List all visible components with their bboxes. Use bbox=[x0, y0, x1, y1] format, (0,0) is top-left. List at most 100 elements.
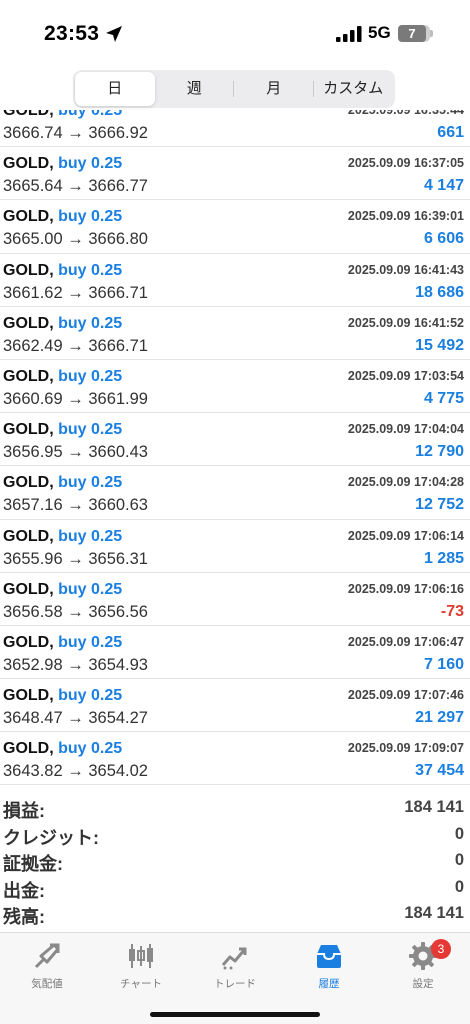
trade-side-volume: buy 0.25 bbox=[58, 687, 123, 705]
trade-symbol-name: GOLD, bbox=[3, 580, 54, 598]
trade-row[interactable]: GOLD, buy 0.25 2025.09.09 16:41:43 3661.62… bbox=[0, 254, 470, 307]
tab-week-label: 週 bbox=[186, 80, 202, 97]
summary-value: 184 141 bbox=[404, 798, 464, 816]
trade-prices: 3662.49 → 3666.71 bbox=[3, 337, 148, 356]
network-type: 5G bbox=[368, 23, 391, 42]
trade-close-price: 3656.31 bbox=[88, 549, 148, 568]
summary-row: 証拠金: 0 bbox=[0, 848, 470, 875]
trade-row[interactable]: GOLD, buy 0.25 2025.09.09 17:03:54 3660.69… bbox=[0, 360, 470, 414]
trade-row[interactable]: GOLD, buy 0.25 2025.09.09 17:09:07 3643.82… bbox=[0, 732, 470, 786]
trade-close-time: 2025.09.09 17:06:14 bbox=[347, 528, 464, 543]
summary-label: 出金: bbox=[3, 880, 45, 901]
price-arrow: → bbox=[67, 762, 84, 781]
trade-open-price: 3648.47 bbox=[3, 709, 63, 728]
trade-symbol-name: GOLD, bbox=[3, 421, 54, 439]
tab-custom[interactable]: カスタム bbox=[314, 72, 394, 106]
trade-icon bbox=[221, 947, 247, 970]
price-arrow: → bbox=[67, 283, 84, 302]
trade-prices: 3661.62 → 3666.71 bbox=[3, 284, 148, 303]
tab-day-label: 日 bbox=[107, 80, 123, 97]
trade-prices: 3665.00 → 3666.80 bbox=[3, 230, 148, 249]
tab-chart[interactable]: チャート bbox=[94, 937, 188, 997]
account-summary: 損益: 184 141 クレジット: 0 証拠金: 0 出金: 0 残高: 184 141 bbox=[0, 795, 470, 928]
trade-row[interactable]: GOLD, buy 0.25 2025.09.09 16:37:05 3665.64… bbox=[0, 147, 470, 201]
tab-quotes[interactable]: 気配値 bbox=[0, 937, 94, 997]
trade-close-price: 3654.02 bbox=[88, 762, 148, 781]
trade-open-price: 3655.96 bbox=[3, 549, 63, 568]
trade-profit: 15 492 bbox=[415, 336, 464, 354]
trade-row[interactable]: GOLD, buy 0.25 2025.09.09 17:07:46 3648.47… bbox=[0, 679, 470, 733]
trade-history-list[interactable]: GOLD, buy 0.25 2025.09.09 16:35:44 3666.74… bbox=[0, 110, 470, 790]
trade-close-time: 2025.09.09 17:04:28 bbox=[347, 475, 464, 490]
trade-close-time: 2025.09.09 17:04:04 bbox=[347, 422, 464, 437]
tab-settings[interactable]: 3 設定 bbox=[376, 937, 470, 997]
trade-symbol: GOLD, buy 0.25 bbox=[3, 634, 122, 652]
price-arrow: → bbox=[67, 177, 84, 196]
tab-month[interactable]: 月 bbox=[234, 72, 314, 106]
trade-prices: 3648.47 → 3654.27 bbox=[3, 709, 148, 728]
tab-week[interactable]: 週 bbox=[155, 72, 234, 106]
trade-profit: 37 454 bbox=[415, 762, 464, 780]
trade-row[interactable]: GOLD, buy 0.25 2025.09.09 17:04:28 3657.16… bbox=[0, 466, 470, 520]
trade-symbol-name: GOLD, bbox=[3, 474, 54, 492]
trade-profit: 7 160 bbox=[423, 655, 464, 673]
trade-profit: 661 bbox=[437, 124, 464, 141]
trade-row[interactable]: GOLD, buy 0.25 2025.09.09 16:41:52 3662.49… bbox=[0, 307, 470, 360]
summary-label: 損益: bbox=[3, 801, 45, 821]
summary-value: 184 141 bbox=[404, 904, 464, 922]
cellular-signal-icon bbox=[336, 26, 362, 42]
trade-open-price: 3661.62 bbox=[3, 283, 63, 302]
trade-symbol: GOLD, buy 0.25 bbox=[3, 687, 122, 705]
tab-day[interactable]: 日 bbox=[75, 72, 155, 106]
trade-prices: 3657.16 → 3660.63 bbox=[3, 496, 148, 515]
tab-history-label: 履歴 bbox=[318, 978, 340, 990]
trade-open-price: 3665.00 bbox=[3, 230, 63, 249]
trade-symbol: GOLD, buy 0.25 bbox=[3, 110, 122, 120]
trade-symbol: GOLD, buy 0.25 bbox=[3, 421, 122, 439]
trade-symbol-name: GOLD, bbox=[3, 110, 54, 119]
trade-prices: 3652.98 → 3654.93 bbox=[3, 656, 148, 675]
trade-profit: 4 147 bbox=[423, 177, 464, 195]
trade-close-price: 3656.56 bbox=[88, 602, 148, 621]
trade-row[interactable]: GOLD, buy 0.25 2025.09.09 17:06:16 3656.58… bbox=[0, 573, 470, 626]
trade-open-price: 3665.64 bbox=[3, 177, 63, 196]
trade-symbol: GOLD, buy 0.25 bbox=[3, 581, 122, 599]
trade-row[interactable]: GOLD, buy 0.25 2025.09.09 17:06:14 3655.96… bbox=[0, 520, 470, 573]
trade-close-time: 2025.09.09 16:37:05 bbox=[347, 156, 464, 171]
tab-trade[interactable]: トレード bbox=[188, 937, 282, 997]
tab-history[interactable]: 履歴 bbox=[282, 937, 376, 997]
trade-open-price: 3657.16 bbox=[3, 496, 63, 515]
summary-label: 証拠金: bbox=[3, 854, 63, 874]
trade-side-volume: buy 0.25 bbox=[58, 367, 123, 385]
trade-row[interactable]: GOLD, buy 0.25 2025.09.09 17:04:04 3656.95… bbox=[0, 413, 470, 467]
trade-row[interactable]: GOLD, buy 0.25 2025.09.09 17:06:47 3652.98… bbox=[0, 626, 470, 680]
trade-symbol-name: GOLD, bbox=[3, 633, 54, 651]
trade-symbol: GOLD, buy 0.25 bbox=[3, 208, 122, 226]
price-arrow: → bbox=[67, 549, 84, 568]
trade-symbol-name: GOLD, bbox=[3, 155, 54, 173]
price-arrow: → bbox=[67, 124, 84, 142]
trade-row[interactable]: GOLD, buy 0.25 2025.09.09 16:35:44 3666.74… bbox=[0, 110, 470, 148]
trade-row[interactable]: GOLD, buy 0.25 2025.09.09 16:39:01 3665.00… bbox=[0, 200, 470, 254]
trade-symbol-name: GOLD, bbox=[3, 687, 54, 705]
trade-close-time: 2025.09.09 17:03:54 bbox=[347, 368, 464, 383]
quotes-icon bbox=[34, 943, 60, 969]
trade-open-price: 3643.82 bbox=[3, 762, 63, 781]
tab-month-label: 月 bbox=[266, 80, 282, 97]
status-time: 23:53 bbox=[44, 22, 100, 45]
trade-close-time: 2025.09.09 17:07:46 bbox=[347, 688, 464, 703]
trade-close-time: 2025.09.09 17:09:07 bbox=[347, 741, 464, 756]
trade-profit: -73 bbox=[440, 602, 464, 620]
trade-profit: 4 775 bbox=[423, 389, 464, 407]
trade-symbol-name: GOLD, bbox=[3, 367, 54, 385]
trade-profit: 12 752 bbox=[415, 496, 464, 514]
trade-open-price: 3662.49 bbox=[3, 336, 63, 355]
price-arrow: → bbox=[67, 230, 84, 249]
price-arrow: → bbox=[67, 496, 84, 515]
trade-side-volume: buy 0.25 bbox=[58, 740, 123, 758]
trade-prices: 3660.69 → 3661.99 bbox=[3, 390, 148, 409]
summary-value: 0 bbox=[454, 824, 464, 843]
trade-close-price: 3654.27 bbox=[88, 709, 148, 728]
trade-side-volume: buy 0.25 bbox=[58, 527, 123, 545]
trade-close-price: 3660.43 bbox=[88, 443, 148, 462]
